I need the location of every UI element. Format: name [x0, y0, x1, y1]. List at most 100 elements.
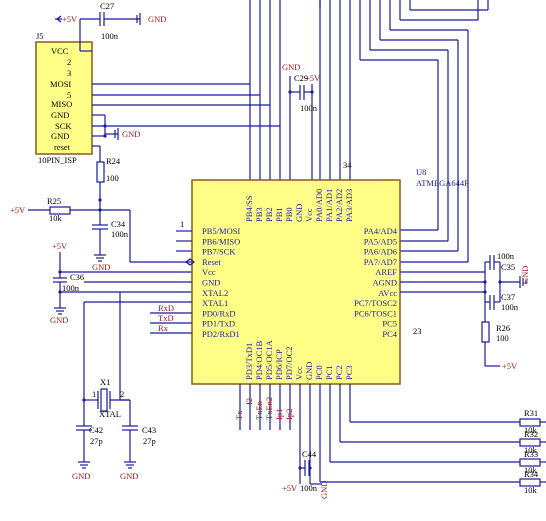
- r33-ref: R33: [524, 449, 538, 459]
- top-c27-group: +5V C27 100n GND: [55, 1, 166, 41]
- r26-ref: R26: [496, 323, 510, 333]
- isp-pin-vcc: VCC: [51, 46, 69, 56]
- mcu-right-pin-9: PC5: [382, 319, 397, 329]
- isp-pin-3: 3: [67, 68, 71, 78]
- net-txen2: TxEn2: [264, 397, 274, 420]
- c29-gnd-label: GND: [282, 62, 300, 72]
- c43-ref: C43: [142, 425, 156, 435]
- mcu-top-pin-8: PA1/AD1: [324, 189, 334, 222]
- mcu-top-pin-1: PB3: [254, 207, 264, 222]
- mcu-bottom-pin-10: PC3: [344, 365, 354, 380]
- mcu-bottom-pin-5: Vcc: [294, 366, 304, 380]
- mcu-bottom-pin-8: PC1: [324, 365, 334, 380]
- mcu-pin34-num: 34: [343, 160, 352, 170]
- mcu-right-pin-6: AVcc: [378, 288, 397, 298]
- net-rx: Rx: [158, 323, 169, 333]
- c36-ref: C36: [70, 272, 84, 282]
- isp-ref: J5: [36, 31, 44, 41]
- crystal-group: X1 1 2 XTAL C42 27p GND C43 27p GND: [72, 377, 156, 481]
- c36-value: 100n: [62, 283, 80, 293]
- mcu-left-pin-10: PD2/RxD1: [202, 329, 240, 339]
- mcu-left-pin-3: Reset: [202, 257, 222, 267]
- isp-pin-gnd1: GND: [51, 110, 69, 120]
- mcu-top-pin-3: PB1: [274, 207, 284, 222]
- c34-value: 100n: [111, 229, 129, 239]
- pc-pullup-resistors: R31 10k R32 10k R33 10k R34 10k: [519, 408, 546, 495]
- mcu-top-pin-4: PB0: [284, 207, 294, 222]
- c29-power-label: +5V: [305, 73, 321, 83]
- mcu-bottom-pin-1: PD4/OC1B: [254, 340, 264, 380]
- mcu-left-pin-7: XTAL1: [202, 298, 228, 308]
- mcu-top-pin-5: GND: [294, 204, 304, 222]
- isp-pin-miso: MISO: [51, 99, 72, 109]
- schematic-canvas: +5V C27 100n GND J5 VCC 2 3 MOSI 5 MISO …: [10, 0, 546, 499]
- mcu-bottom-pin-6: GND: [304, 362, 314, 380]
- r26-power-label: +5V: [502, 361, 518, 371]
- mcu-bottom-pin-2: PD5/OC1A: [264, 339, 274, 380]
- c37-value: 100n: [501, 302, 519, 312]
- mcu-left-pin-0: PB5/MOSI: [202, 226, 240, 236]
- mcu-top-pin-6: Vcc: [304, 208, 314, 222]
- mcu-bottom-pin-9: PC2: [334, 365, 344, 380]
- c34-ref: C34: [111, 219, 126, 229]
- mcu-left-pin-4: Vcc: [202, 267, 216, 277]
- r24-ref: R24: [106, 156, 121, 166]
- isp-connector: J5 VCC 2 3 MOSI 5 MISO GND SCK GND reset…: [35, 31, 280, 165]
- isp-name: 10PIN_ISP: [38, 155, 77, 165]
- c42-ref: C42: [89, 425, 103, 435]
- r26-value: 100: [496, 333, 509, 343]
- net-tx: Tx: [234, 410, 244, 420]
- bottom-wires: Tx I2 TxEn TxEn2 Ip1 Ip2 C44 +5V 100n GN…: [234, 384, 520, 499]
- mcu-bottom-pin-7: PC0: [314, 365, 324, 380]
- mcu-part: ATMEGA644P: [416, 178, 469, 188]
- c36-gnd-label: GND: [50, 315, 68, 325]
- mcu-top-pin-7: PA0/AD0: [314, 189, 324, 222]
- r31-ref: R31: [524, 408, 538, 418]
- r25-value: 10k: [49, 213, 63, 223]
- mcu-left-wires: RxD TxD Rx: [83, 230, 192, 400]
- isp-pin-reset: reset: [54, 142, 71, 152]
- mcu-right-pin-5: AGND: [372, 278, 397, 288]
- isp-pin-mosi: MOSI: [50, 79, 71, 89]
- mcu-right-pin-2: PA6/AD6: [364, 247, 397, 257]
- c35-ref: C35: [501, 262, 515, 272]
- c42-value: 27p: [90, 436, 103, 446]
- mcu-left-pin-5: GND: [202, 278, 220, 288]
- mcu-left-pin-6: XTAL2: [202, 288, 228, 298]
- net-ip1: Ip1: [274, 409, 284, 420]
- c44-ref: C44: [302, 449, 317, 459]
- c37-ref: C37: [501, 292, 515, 302]
- mcu-right-pin-4: AREF: [375, 267, 397, 277]
- mcu-chip: U8 ATMEGA644P 1 23 PB4/SS PB3 PB2 PB1 PB0 GND…: [180, 167, 469, 385]
- r24-resistor: R24 100: [96, 156, 121, 210]
- r34-ref: R34: [524, 469, 539, 479]
- mcu-left-pin-8: PD0/RxD: [202, 308, 236, 318]
- mcu-right-pin-7: PC7/TOSC2: [354, 298, 397, 308]
- r32-ref: R32: [524, 429, 538, 439]
- mcu-right-pin-3: PA7/AD7: [364, 257, 397, 267]
- mcu-pin1-num: 1: [180, 219, 184, 229]
- net-txen: TxEn: [254, 400, 264, 420]
- mcu-top-pin-9: PA2/AD2: [334, 189, 344, 222]
- mcu-left-pin-9: PD1/TxD: [202, 319, 235, 329]
- mcu-ref: U8: [416, 167, 426, 177]
- reset-network: +5V R25 10k C34 100n GND: [10, 196, 192, 272]
- mcu-left-pin-1: PB6/MISO: [202, 236, 240, 246]
- c43-gnd-label: GND: [120, 471, 138, 481]
- c27-value: 100n: [101, 31, 119, 41]
- r24-value: 100: [106, 173, 119, 183]
- crystal-p2: 2: [120, 389, 124, 399]
- c34-gnd-label: GND: [92, 262, 110, 272]
- crystal-value: XTAL: [99, 409, 121, 419]
- c29-value: 100n: [300, 103, 318, 113]
- mcu-pin23-num: 23: [413, 326, 422, 336]
- net-txd: TxD: [158, 313, 174, 323]
- agnd-gnd-label: GND: [520, 266, 530, 284]
- net-rxd: RxD: [158, 303, 174, 313]
- r25-ref: R25: [47, 196, 61, 206]
- mcu-right-pin-1: PA5/AD5: [364, 236, 397, 246]
- r25-power-label: +5V: [10, 205, 26, 215]
- isp-pin-2: 2: [67, 57, 71, 67]
- mcu-top-pin-2: PB2: [264, 207, 274, 222]
- c44-gnd-label: GND: [319, 481, 329, 499]
